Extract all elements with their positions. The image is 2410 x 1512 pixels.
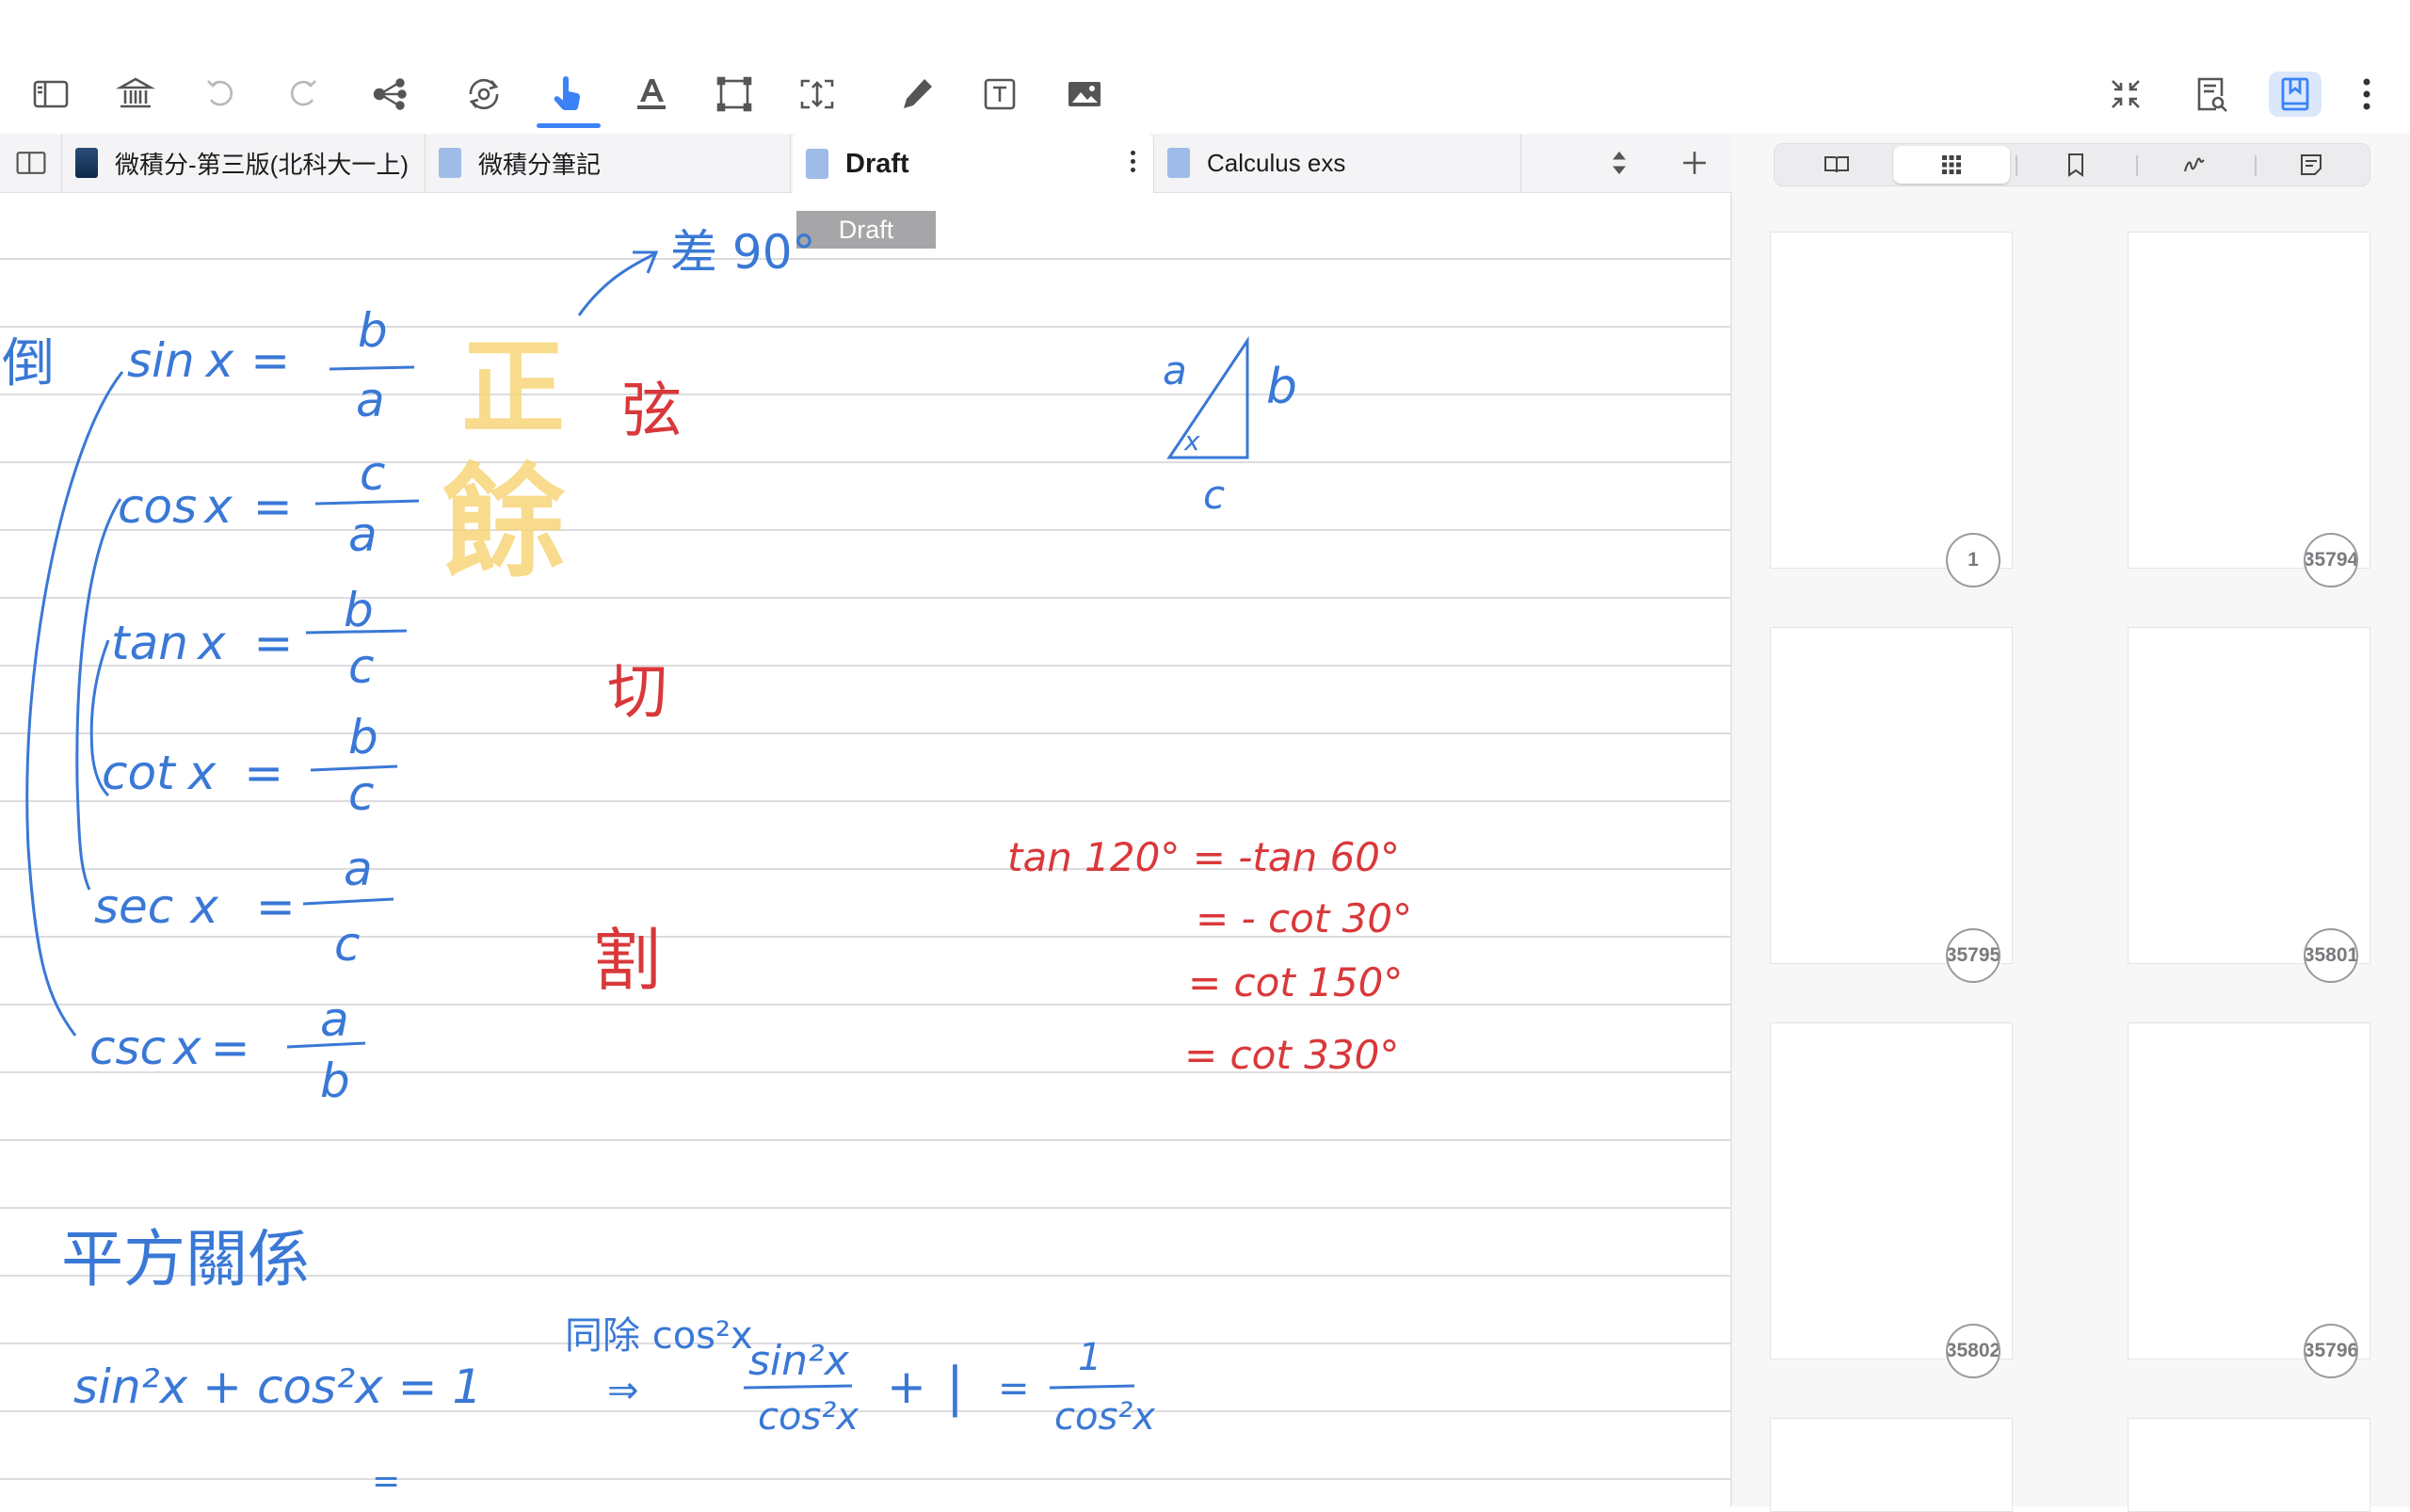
bookmark-icon[interactable]: [2269, 72, 2322, 117]
library-icon[interactable]: [109, 72, 162, 117]
tab-bar: 微積分-第三版(北科大一上) 微積分筆記 Draft Calculus exs: [0, 134, 1732, 194]
split-view-icon[interactable]: [0, 134, 62, 192]
page-thumbnail[interactable]: [2128, 232, 2370, 569]
page-thumbnail[interactable]: [1770, 627, 2013, 964]
page-thumbnail[interactable]: [2128, 627, 2370, 964]
auto-scroll-icon[interactable]: [458, 72, 510, 117]
book-cover-icon: [75, 148, 98, 178]
tab-calculus-textbook[interactable]: 微積分-第三版(北科大一上): [62, 134, 426, 192]
notebook-icon: [1167, 148, 1190, 178]
bookmark-icon[interactable]: [2017, 146, 2134, 184]
tab-label: 微積分-第三版(北科大一上): [115, 150, 409, 179]
page-thumbnails-panel: 1 35794 35795 35801 35802 35796: [1732, 134, 2410, 1512]
tab-menu-icon[interactable]: [1131, 151, 1136, 176]
page-number-badge: 35801: [2304, 928, 2358, 983]
image-icon[interactable]: [1058, 72, 1111, 117]
crop-expand-icon[interactable]: [791, 72, 844, 117]
page-thumbnail[interactable]: [1770, 232, 2013, 569]
hand-pointer-icon[interactable]: [537, 72, 601, 128]
notebook-icon: [439, 148, 461, 178]
page-number-badge: 1: [1946, 533, 2000, 587]
pen-icon[interactable]: [891, 72, 943, 117]
notebook-icon: [806, 149, 828, 179]
book-icon[interactable]: [1778, 146, 1895, 184]
page-number-badge: 35796: [2304, 1324, 2358, 1378]
note-canvas[interactable]: [0, 193, 1730, 1506]
select-rect-icon[interactable]: [708, 72, 761, 117]
mindmap-icon[interactable]: [363, 72, 416, 117]
grid-icon[interactable]: [1893, 146, 2010, 184]
tab-label: Calculus exs: [1207, 148, 1346, 177]
collapse-icon[interactable]: [2099, 72, 2152, 117]
page-tag-label: Draft: [796, 211, 936, 249]
page-thumbnail[interactable]: [1770, 1022, 2013, 1359]
search-doc-icon[interactable]: [2184, 72, 2237, 117]
page-thumbnail[interactable]: [2128, 1418, 2370, 1512]
add-tab-icon[interactable]: [1666, 134, 1723, 192]
panel-view-switcher: [1774, 143, 2370, 186]
page-number-badge: 35795: [1946, 928, 2000, 983]
more-icon[interactable]: [2340, 72, 2393, 117]
ruled-lines: [0, 258, 1730, 1480]
tab-calculus-notes[interactable]: 微積分筆記: [426, 134, 791, 192]
sidebar-toggle-icon[interactable]: [24, 72, 77, 117]
tab-sort-icon[interactable]: [1591, 134, 1647, 192]
text-highlight-icon[interactable]: [625, 72, 678, 117]
page-number-badge: 35794: [2304, 533, 2358, 587]
main-toolbar: [0, 56, 2410, 166]
tab-label: 微積分筆記: [478, 150, 602, 179]
canvas-divider: [1730, 193, 1732, 1506]
page-number-badge: 35802: [1946, 1324, 2000, 1378]
scribble-icon[interactable]: [2136, 146, 2253, 184]
page-thumbnail[interactable]: [1770, 1418, 2013, 1512]
note-icon[interactable]: [2253, 146, 2370, 184]
redo-icon[interactable]: [277, 72, 329, 117]
tab-calculus-exs[interactable]: Calculus exs: [1154, 134, 1521, 192]
page-thumbnail[interactable]: [2128, 1022, 2370, 1359]
tab-label: Draft: [845, 148, 909, 179]
undo-icon[interactable]: [194, 72, 247, 117]
textbox-icon[interactable]: [973, 72, 1026, 117]
tab-draft[interactable]: Draft: [793, 134, 1154, 194]
